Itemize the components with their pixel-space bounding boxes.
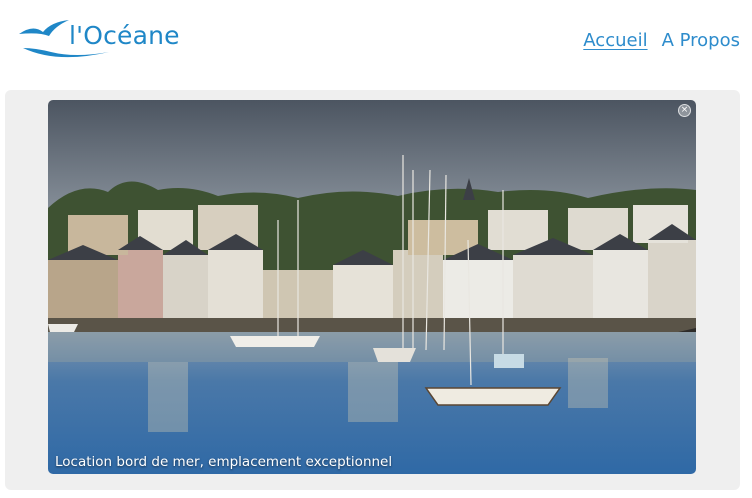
harbor-photo <box>48 100 696 474</box>
hero-image: × Location bord de mer, emplacement exce… <box>48 100 696 474</box>
main-nav: Accueil A Propos <box>583 30 740 51</box>
close-icon[interactable]: × <box>678 104 691 117</box>
hero-caption: Location bord de mer, emplacement except… <box>55 454 393 470</box>
logo[interactable]: l'Océane <box>17 14 180 62</box>
nav-link-accueil[interactable]: Accueil <box>583 30 647 51</box>
nav-link-a-propos[interactable]: A Propos <box>662 30 740 51</box>
brand-name: l'Océane <box>69 21 180 50</box>
site-header: l'Océane Accueil A Propos <box>0 0 752 86</box>
